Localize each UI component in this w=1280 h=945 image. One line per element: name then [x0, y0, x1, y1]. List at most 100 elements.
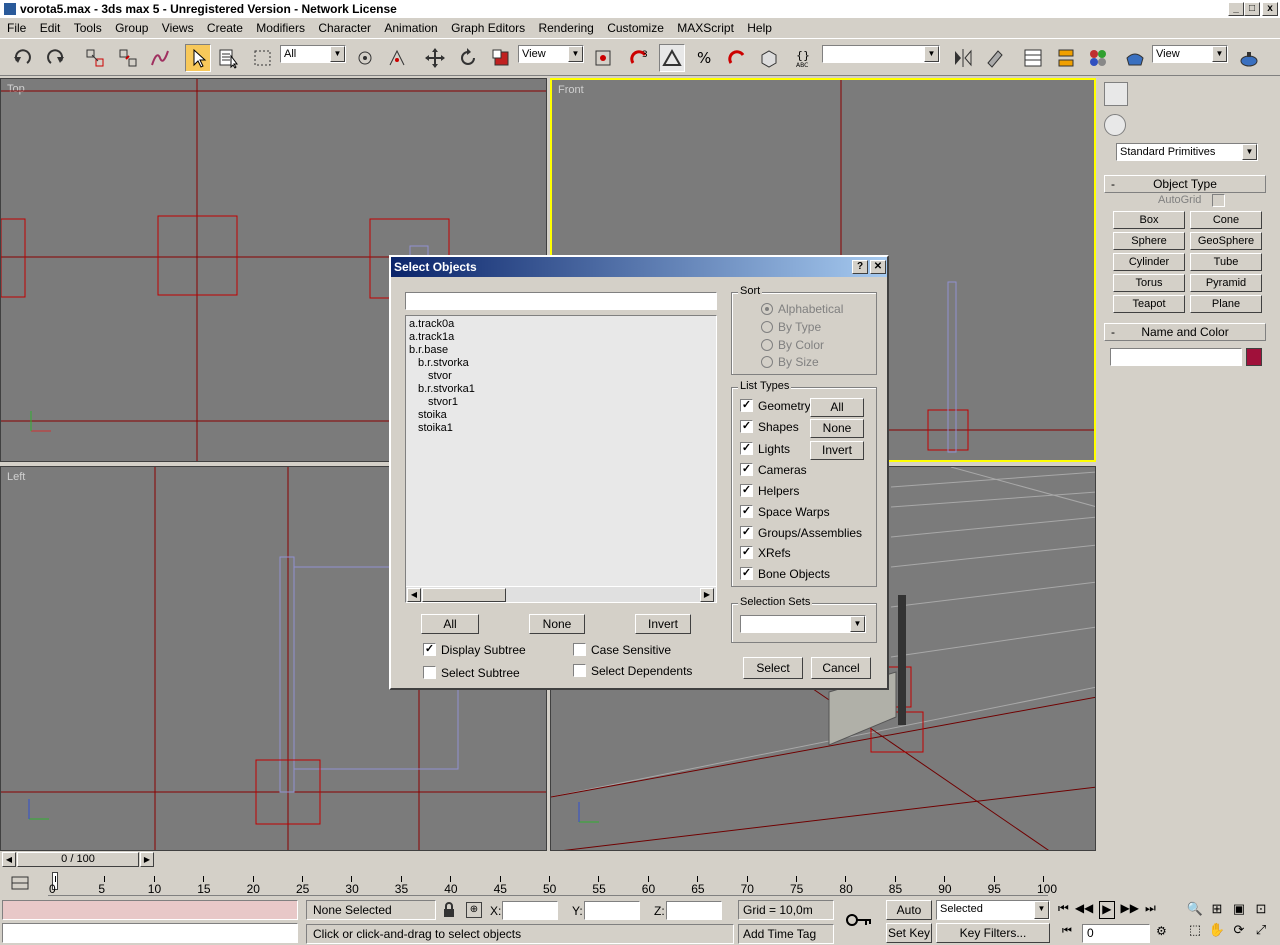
space-warps-checkbox[interactable]: ✓	[740, 505, 753, 518]
arc-rotate-icon[interactable]: ⟳	[1228, 922, 1250, 943]
list-item[interactable]: b.r.stvorka	[418, 357, 469, 370]
redo-icon[interactable]	[42, 44, 68, 72]
object-list[interactable]: a.track0a a.track1a b.r.base b.r.stvorka…	[405, 315, 717, 603]
cone-button[interactable]: Cone	[1190, 211, 1262, 229]
go-to-start-icon[interactable]: ⏮	[1058, 901, 1069, 919]
select-by-name-icon[interactable]	[216, 44, 242, 72]
modify-tab-icon[interactable]	[1132, 82, 1156, 106]
lights-checkbox[interactable]: ✓	[740, 442, 753, 455]
bone-objects-checkbox[interactable]: ✓	[740, 567, 753, 580]
menu-help[interactable]: Help	[747, 21, 772, 35]
z-coordinate-input[interactable]	[666, 901, 722, 920]
object-type-rollout-header[interactable]: - Object Type	[1104, 175, 1266, 193]
region-zoom-icon[interactable]: ⬚	[1184, 922, 1206, 943]
create-tab-icon[interactable]	[1104, 82, 1128, 106]
sort-by-size-radio[interactable]	[761, 356, 773, 368]
motion-tab-icon[interactable]	[1188, 82, 1212, 106]
object-color-swatch[interactable]	[1246, 348, 1262, 366]
select-none-button[interactable]: None	[529, 614, 585, 634]
cameras-checkbox[interactable]: ✓	[740, 463, 753, 476]
selection-filter-dropdown[interactable]: All ▼	[280, 45, 346, 63]
menu-create[interactable]: Create	[207, 21, 243, 35]
menu-views[interactable]: Views	[162, 21, 194, 35]
list-item[interactable]: stvor	[428, 370, 452, 383]
select-and-move-icon[interactable]	[352, 44, 378, 72]
cancel-button[interactable]: Cancel	[811, 657, 871, 679]
bind-to-space-warp-icon[interactable]	[147, 44, 173, 72]
next-key-icon[interactable]: ▶▶	[1121, 901, 1139, 919]
shapes-checkbox[interactable]: ✓	[740, 420, 753, 433]
sort-alphabetical-radio[interactable]	[761, 303, 773, 315]
utilities-tab-icon[interactable]	[1244, 82, 1268, 106]
helpers-checkbox[interactable]: ✓	[740, 484, 753, 497]
current-frame-input[interactable]: 0	[1082, 924, 1150, 943]
menu-character[interactable]: Character	[318, 21, 371, 35]
pan-icon[interactable]: ✋	[1206, 922, 1228, 943]
mirror-icon[interactable]	[950, 44, 976, 72]
menu-rendering[interactable]: Rendering	[538, 21, 593, 35]
scroll-right-icon[interactable]: ▶	[700, 588, 714, 602]
scale-icon[interactable]	[488, 44, 514, 72]
set-key-mode-icon[interactable]	[844, 908, 874, 932]
select-subtree-checkbox[interactable]	[423, 666, 436, 679]
previous-key-icon[interactable]: ◀◀	[1075, 901, 1093, 919]
helpers-icon[interactable]	[1196, 114, 1218, 136]
help-icon[interactable]: ?	[852, 260, 868, 274]
snap-toggle-icon[interactable]: 3	[626, 44, 652, 72]
named-selection-sets-icon[interactable]	[756, 44, 782, 72]
percent-snap-icon[interactable]: %	[692, 44, 718, 72]
hierarchy-tab-icon[interactable]	[1160, 82, 1184, 106]
maxscript-output-field[interactable]	[2, 923, 298, 943]
select-and-link-icon[interactable]	[82, 44, 108, 72]
object-name-search-input[interactable]	[405, 292, 717, 310]
display-subtree-checkbox[interactable]: ✓	[423, 643, 436, 656]
zoom-icon[interactable]: 🔍	[1184, 901, 1206, 922]
space-warps-icon[interactable]	[1219, 114, 1241, 136]
minimize-icon[interactable]: _	[1228, 2, 1244, 16]
close-icon[interactable]: ✕	[870, 260, 886, 274]
primitive-category-dropdown[interactable]: Standard Primitives ▼	[1116, 143, 1258, 161]
time-slider-track[interactable]: ◀ 0 / 100 ▶	[0, 851, 1096, 868]
key-filters-button[interactable]: Key Filters...	[936, 923, 1050, 943]
menu-edit[interactable]: Edit	[40, 21, 61, 35]
absolute-mode-icon[interactable]: ⊕	[466, 902, 482, 918]
key-mode-dropdown[interactable]: Selected ▼	[936, 900, 1050, 920]
render-type-dropdown[interactable]: View ▼	[1152, 45, 1228, 63]
horizontal-scrollbar[interactable]: ◀ ▶	[406, 586, 716, 602]
lock-icon[interactable]	[442, 902, 456, 918]
x-coordinate-input[interactable]	[502, 901, 558, 920]
list-types-none-button[interactable]: None	[810, 419, 864, 438]
align-icon[interactable]	[982, 44, 1008, 72]
list-item[interactable]: a.track0a	[409, 318, 454, 331]
select-all-button[interactable]: All	[421, 614, 479, 634]
geometry-icon[interactable]	[1104, 114, 1126, 136]
zoom-extents-icon[interactable]: ▣	[1228, 901, 1250, 922]
auto-key-button[interactable]: Auto Key	[886, 900, 932, 935]
list-item[interactable]: b.r.stvorka1	[418, 383, 475, 396]
pivot-center-icon[interactable]	[590, 44, 616, 72]
name-and-color-rollout-header[interactable]: - Name and Color	[1104, 323, 1266, 341]
cameras-icon[interactable]	[1173, 114, 1195, 136]
display-tab-icon[interactable]	[1216, 82, 1240, 106]
render-scene-icon[interactable]	[1122, 44, 1148, 72]
close-icon[interactable]: x	[1262, 2, 1278, 16]
case-sensitive-checkbox[interactable]	[573, 643, 586, 656]
autogrid-checkbox[interactable]	[1212, 194, 1225, 207]
named-selection-dropdown[interactable]: ▼	[822, 45, 940, 63]
maxscript-listener-input[interactable]	[2, 900, 298, 920]
rotate-icon[interactable]	[455, 44, 481, 72]
maximize-icon[interactable]: □	[1244, 2, 1260, 16]
prev-frame-icon[interactable]: ◀	[2, 852, 16, 867]
menu-maxscript[interactable]: MAXScript	[677, 21, 734, 35]
menu-file[interactable]: File	[7, 21, 26, 35]
tube-button[interactable]: Tube	[1190, 253, 1262, 271]
maximize-viewport-icon[interactable]: ⤢	[1250, 922, 1272, 943]
cylinder-button[interactable]: Cylinder	[1113, 253, 1185, 271]
box-button[interactable]: Box	[1113, 211, 1185, 229]
zoom-extents-all-icon[interactable]: ⊡	[1250, 901, 1272, 922]
sort-by-type-radio[interactable]	[761, 321, 773, 333]
menu-modifiers[interactable]: Modifiers	[256, 21, 305, 35]
select-dependents-checkbox[interactable]	[573, 664, 586, 677]
edit-named-selection-icon[interactable]: {} ABC	[792, 44, 818, 72]
geometry-checkbox[interactable]: ✓	[740, 399, 753, 412]
